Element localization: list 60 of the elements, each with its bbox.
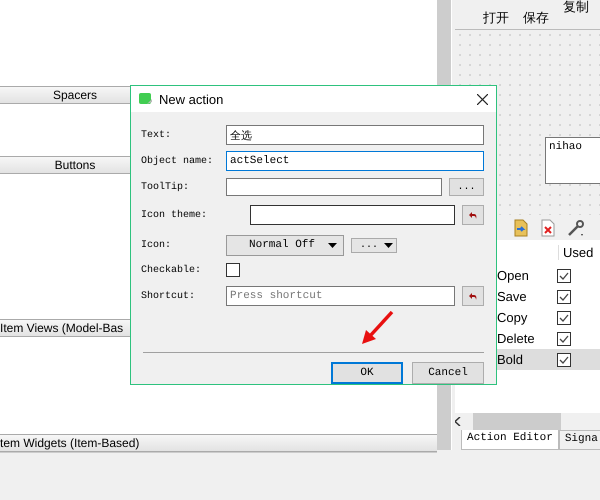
undo-arrow-icon xyxy=(469,292,477,300)
column-header[interactable]: Used xyxy=(558,244,594,260)
action-row[interactable]: Copy xyxy=(455,307,600,328)
close-icon[interactable] xyxy=(477,94,488,104)
icon-mode-dropdown[interactable]: Normal Off xyxy=(226,234,344,256)
reset-button[interactable] xyxy=(462,286,484,306)
caret-icon xyxy=(384,242,393,248)
action-name: Save xyxy=(497,289,528,304)
scroll-left-icon[interactable] xyxy=(455,417,461,426)
action-name: Delete xyxy=(497,331,536,346)
field-label: Icon theme: xyxy=(141,210,208,220)
reset-button[interactable] xyxy=(462,205,484,225)
checkbox[interactable] xyxy=(557,332,571,346)
checkmark-icon xyxy=(559,334,569,342)
app-icon xyxy=(139,93,153,105)
field-label: Shortcut: xyxy=(141,290,196,302)
annotation-arrow xyxy=(360,310,394,346)
action-row[interactable]: Delete xyxy=(455,328,600,349)
action-name: Open xyxy=(497,268,530,283)
field-label: Object name: xyxy=(141,156,214,166)
tooltip-field[interactable] xyxy=(226,178,442,196)
icon-menu-button[interactable]: ... xyxy=(351,238,397,252)
document-icon[interactable] xyxy=(513,218,529,236)
text-edit[interactable]: nihao xyxy=(545,137,600,184)
toolbar-button[interactable]: 打开 xyxy=(483,9,509,27)
field-label: Icon: xyxy=(141,240,172,250)
checkbox[interactable] xyxy=(557,352,571,366)
dialog-title: New action xyxy=(159,92,224,106)
field-label: ToolTip: xyxy=(141,182,190,192)
checkmark-icon xyxy=(559,272,569,280)
tab[interactable]: Action Editor xyxy=(461,430,559,450)
checkbox[interactable] xyxy=(226,263,240,277)
tab[interactable]: Signa xyxy=(558,430,600,450)
delete-icon[interactable] xyxy=(541,218,555,236)
action-name: Bold xyxy=(497,352,524,367)
action-name: Copy xyxy=(497,310,528,325)
action-row[interactable]: Open xyxy=(455,265,600,286)
toolbar-button[interactable]: 保存 xyxy=(523,9,549,27)
checkmark-icon xyxy=(559,314,569,322)
undo-arrow-icon xyxy=(469,212,477,218)
category-header[interactable]: tem Widgets (Item-Based) xyxy=(0,434,437,452)
wrench-icon[interactable] xyxy=(567,218,585,236)
checkbox[interactable] xyxy=(557,268,571,282)
text-field[interactable]: 全选 xyxy=(226,125,484,145)
checkmark-icon xyxy=(559,292,569,300)
action-row[interactable]: Save xyxy=(455,286,600,307)
dialog-button[interactable]: Cancel xyxy=(412,362,484,384)
shortcut-field[interactable]: Press shortcut xyxy=(226,286,455,306)
checkbox[interactable] xyxy=(557,290,571,304)
icon-theme-field[interactable] xyxy=(250,205,455,225)
field-label: Text: xyxy=(141,130,172,140)
caret-icon xyxy=(328,242,337,248)
dialog-button[interactable]: OK xyxy=(331,362,403,384)
checkbox[interactable] xyxy=(557,310,571,324)
text-field[interactable]: actSelect xyxy=(226,151,484,171)
checkmark-icon xyxy=(559,356,569,364)
toolbar-button[interactable]: 复制 xyxy=(563,0,589,16)
field-label: Checkable: xyxy=(141,264,202,276)
browse-button[interactable]: ... xyxy=(449,178,484,196)
scrollbar-thumb[interactable] xyxy=(473,413,561,430)
